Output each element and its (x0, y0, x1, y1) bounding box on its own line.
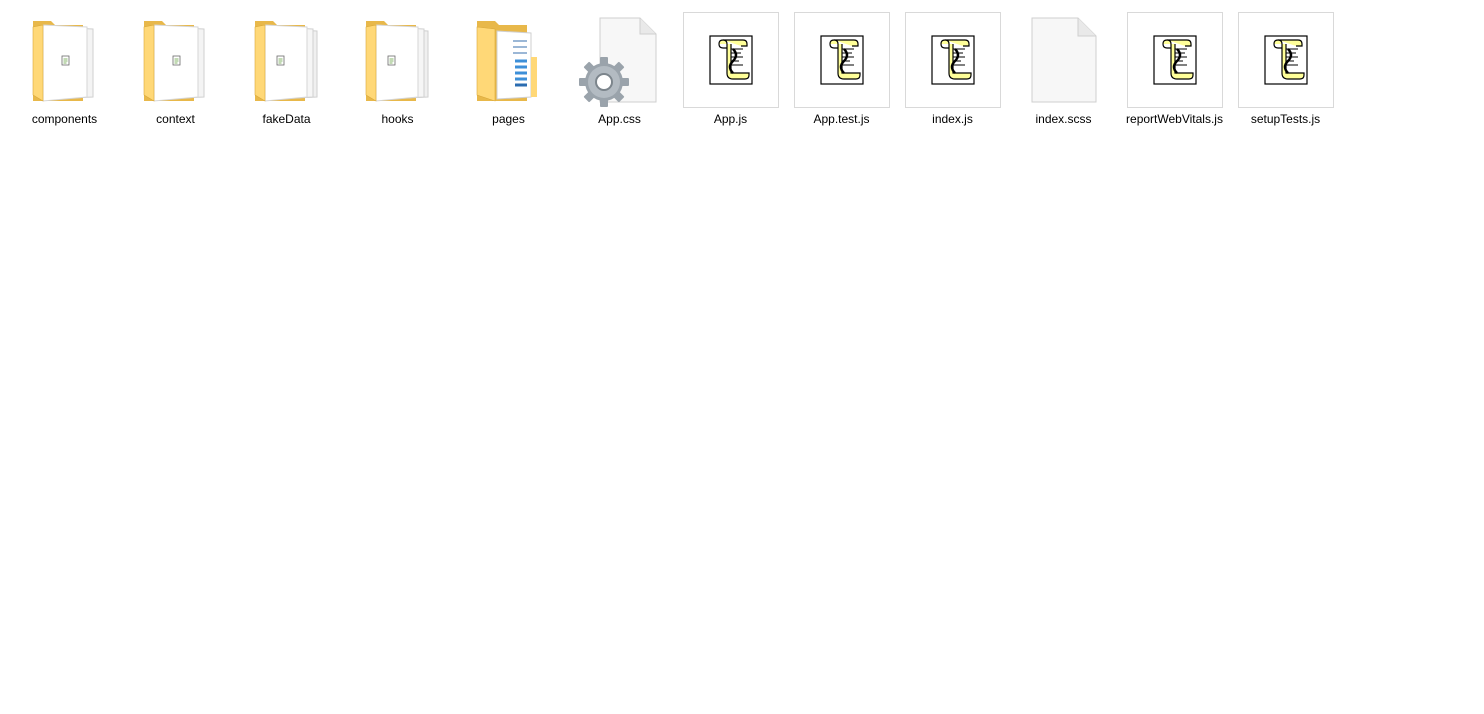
folder-item-pages[interactable]: pages (453, 12, 564, 142)
folder-icon (350, 12, 446, 108)
item-label: App.css (598, 112, 641, 126)
script-file-icon (1237, 12, 1334, 108)
item-label: context (156, 112, 195, 126)
folder-item-fakedata[interactable]: fakeData (231, 12, 342, 142)
settings-file-icon (572, 12, 668, 108)
item-label: index.scss (1035, 112, 1092, 126)
file-item-setuptests-js[interactable]: setupTests.js (1230, 12, 1341, 142)
folder-item-hooks[interactable]: hooks (342, 12, 453, 142)
file-grid: components context fakeData hooks pages … (9, 12, 1341, 142)
item-label: hooks (381, 112, 414, 126)
item-label: components (31, 112, 98, 126)
item-label: fakeData (262, 112, 311, 126)
file-explorer-view: components context fakeData hooks pages … (0, 0, 1484, 714)
script-file-icon (1126, 12, 1223, 108)
item-label: index.js (932, 112, 973, 126)
script-file-icon (682, 12, 779, 108)
item-label: App.js (713, 112, 748, 126)
script-file-icon (793, 12, 890, 108)
file-item-reportwebvitals-js[interactable]: reportWebVitals.js (1119, 12, 1230, 142)
item-label: setupTests.js (1250, 112, 1321, 126)
file-item-app-css[interactable]: App.css (564, 12, 675, 142)
item-label: pages (492, 112, 525, 126)
folder-icon (128, 12, 224, 108)
blank-file-icon (1016, 12, 1112, 108)
folder-icon (17, 12, 113, 108)
file-item-app-test-js[interactable]: App.test.js (786, 12, 897, 142)
item-label: reportWebVitals.js (1126, 112, 1223, 126)
folder-item-context[interactable]: context (120, 12, 231, 142)
folder-icon (239, 12, 335, 108)
file-item-index-scss[interactable]: index.scss (1008, 12, 1119, 142)
item-label: App.test.js (813, 112, 870, 126)
folder-with-documents-icon (461, 12, 557, 108)
file-item-index-js[interactable]: index.js (897, 12, 1008, 142)
file-item-app-js[interactable]: App.js (675, 12, 786, 142)
folder-item-components[interactable]: components (9, 12, 120, 142)
script-file-icon (904, 12, 1001, 108)
